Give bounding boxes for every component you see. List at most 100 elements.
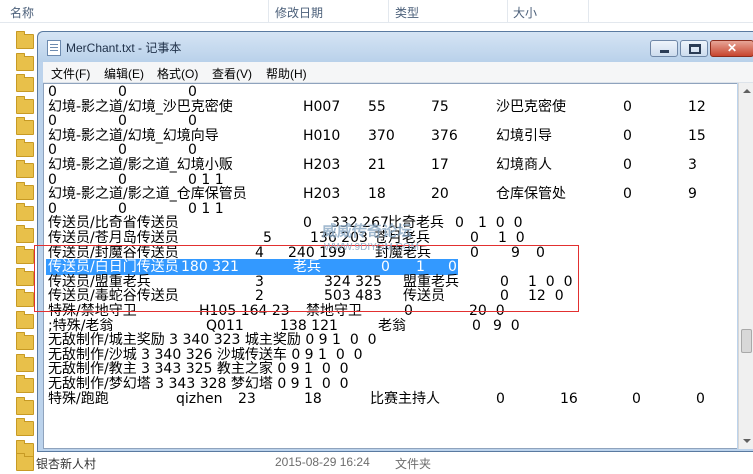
folder-icon (16, 246, 34, 264)
text-cell: 16 (560, 390, 578, 407)
text-cell: 0 (48, 142, 57, 159)
menu-view[interactable]: 查看(V) (212, 65, 252, 82)
menu-file[interactable]: 文件(F) (51, 65, 90, 82)
text-cell: 0 (632, 390, 641, 407)
folder-icon (16, 117, 34, 135)
folder-icon (16, 332, 34, 350)
text-cell: 幻境-影之道/影之道_幻境小贩 (48, 157, 233, 173)
text-cell: 370 (368, 127, 395, 144)
text-line: ;特殊/老翁 Q011 138 121 老翁 0 9 0 (48, 319, 728, 333)
folder-icon (16, 160, 34, 178)
text-cell: 0 (696, 390, 705, 407)
text-cell: 仓库保管处 (496, 186, 566, 203)
scroll-down-arrow-icon[interactable] (739, 433, 753, 449)
text-line: 0 0 0 (48, 85, 728, 99)
watermark-url: WWW.9DIYGM.COM (324, 242, 419, 253)
text-line: 0 0 0 1 1 (48, 202, 728, 216)
column-divider[interactable] (588, 0, 589, 22)
text-cell: 0 (48, 200, 57, 217)
folder-icon (16, 95, 34, 114)
notepad-icon[interactable] (47, 40, 61, 56)
text-cell: 0 (48, 113, 57, 130)
scroll-up-arrow-icon[interactable] (739, 83, 753, 99)
text-cell: 传送员/比奇省传送员 (48, 215, 179, 232)
column-name[interactable]: 名称 (10, 4, 34, 21)
text-line: 0 0 0 1 1 (48, 173, 728, 187)
text-line: 无敌制作/沙城 3 340 326 沙城传送车 0 9 1 0 0 (48, 348, 728, 362)
text-cell: 无敌制作/沙城 3 340 326 沙城传送车 0 9 1 0 0 (48, 346, 363, 363)
text-line: 0 0 0 (48, 143, 728, 157)
title-bar[interactable]: MerChant.txt - 记事本 ✕ (38, 32, 753, 62)
text-cell: 17 (431, 157, 449, 173)
text-cell: H203 (303, 186, 341, 203)
folder-icon (16, 52, 34, 71)
text-cell: 0 (118, 142, 127, 159)
folder-icon (16, 453, 34, 471)
text-cell: 0 (623, 98, 632, 115)
text-cell: 0 (118, 113, 127, 130)
minimize-button[interactable] (650, 40, 678, 57)
text-cell: 无敌制作/城主奖励 3 340 323 城主奖励 0 9 1 0 0 (48, 332, 377, 349)
text-cell: 0 (623, 127, 632, 144)
column-date[interactable]: 修改日期 (275, 4, 323, 21)
text-cell: 21 (368, 157, 386, 173)
text-cell: 0 (48, 84, 57, 100)
text-cell: 0 (188, 84, 197, 100)
explorer-row[interactable]: 银杏新人村 2015-08-29 16:24 文件夹 (0, 450, 753, 474)
folder-icon (16, 418, 34, 436)
text-cell: 12 (688, 98, 706, 115)
text-cell: 0 (188, 142, 197, 159)
text-cell: 老翁 (378, 317, 406, 334)
menu-format[interactable]: 格式(O) (157, 65, 198, 82)
text-cell: 传送员/苍月岛传送员 (48, 230, 179, 246)
text-cell: 3 (688, 157, 697, 173)
vertical-scrollbar[interactable] (738, 83, 753, 449)
column-size[interactable]: 大小 (513, 4, 537, 21)
text-line: 特殊/跑跑 qizhen 23 18 比赛主持人 0 16 0 0 (48, 392, 728, 406)
menu-help[interactable]: 帮助(H) (266, 65, 307, 82)
folder-icon (16, 181, 34, 200)
text-line: 幻境-影之道/幻境_幻境向导 H010 370 376 幻境引导 0 15 (48, 129, 728, 143)
text-cell: qizhen (176, 390, 223, 407)
folder-icon (16, 203, 34, 221)
folder-icon (16, 74, 34, 92)
text-cell: 9 0 (493, 317, 520, 334)
folder-icon (16, 138, 34, 157)
text-cell: 5 (263, 230, 272, 246)
text-cell: 特殊/跑跑 (48, 390, 109, 407)
text-cell: 幻境-影之道/幻境_幻境向导 (48, 127, 219, 144)
text-line: 无敌制作/教主 3 343 325 教主之家 0 9 1 0 0 (48, 362, 728, 376)
text-cell: 0 (303, 215, 312, 232)
text-cell: H007 (303, 98, 341, 115)
text-cell: 沙巴克密使 (496, 98, 566, 115)
column-divider[interactable] (507, 0, 508, 22)
text-cell: 比赛主持人 (370, 390, 440, 407)
menu-edit[interactable]: 编辑(E) (104, 65, 144, 82)
text-cell: 20 (431, 186, 449, 203)
close-button[interactable]: ✕ (710, 40, 753, 57)
column-divider[interactable] (388, 0, 389, 22)
text-cell: ;特殊/老翁 (48, 317, 114, 334)
text-cell: 幻境商人 (496, 157, 552, 173)
column-divider[interactable] (268, 0, 269, 22)
watermark-text: 威威传奇论坛 (322, 223, 413, 240)
text-cell: 无敌制作/教主 3 343 325 教主之家 0 9 1 0 0 (48, 361, 349, 378)
text-cell: 75 (431, 98, 449, 115)
text-cell: 0 (496, 390, 505, 407)
column-type[interactable]: 类型 (395, 4, 419, 21)
explorer-column-header: 名称 修改日期 类型 大小 (0, 0, 753, 23)
text-cell: 15 (688, 127, 706, 144)
text-cell: 138 121 (280, 317, 338, 334)
maximize-button[interactable] (680, 40, 708, 57)
text-line: 0 0 0 (48, 114, 728, 128)
window-title: MerChant.txt - 记事本 (66, 41, 182, 55)
text-cell: 0 1 1 (188, 171, 224, 188)
text-line: 幻境-影之道/影之道_幻境小贩 H203 21 17 幻境商人 0 3 (48, 158, 728, 172)
text-cell: 18 (304, 390, 322, 407)
text-cell: 0 (623, 186, 632, 203)
text-cell: 9 (688, 186, 697, 203)
folder-icon (16, 375, 34, 393)
scrollbar-thumb[interactable] (741, 329, 752, 353)
text-cell: 幻境-影之道/幻境_沙巴克密使 (48, 98, 233, 115)
text-cell: 无敌制作/梦幻塔 3 343 328 梦幻塔 0 9 1 0 0 (48, 376, 349, 392)
